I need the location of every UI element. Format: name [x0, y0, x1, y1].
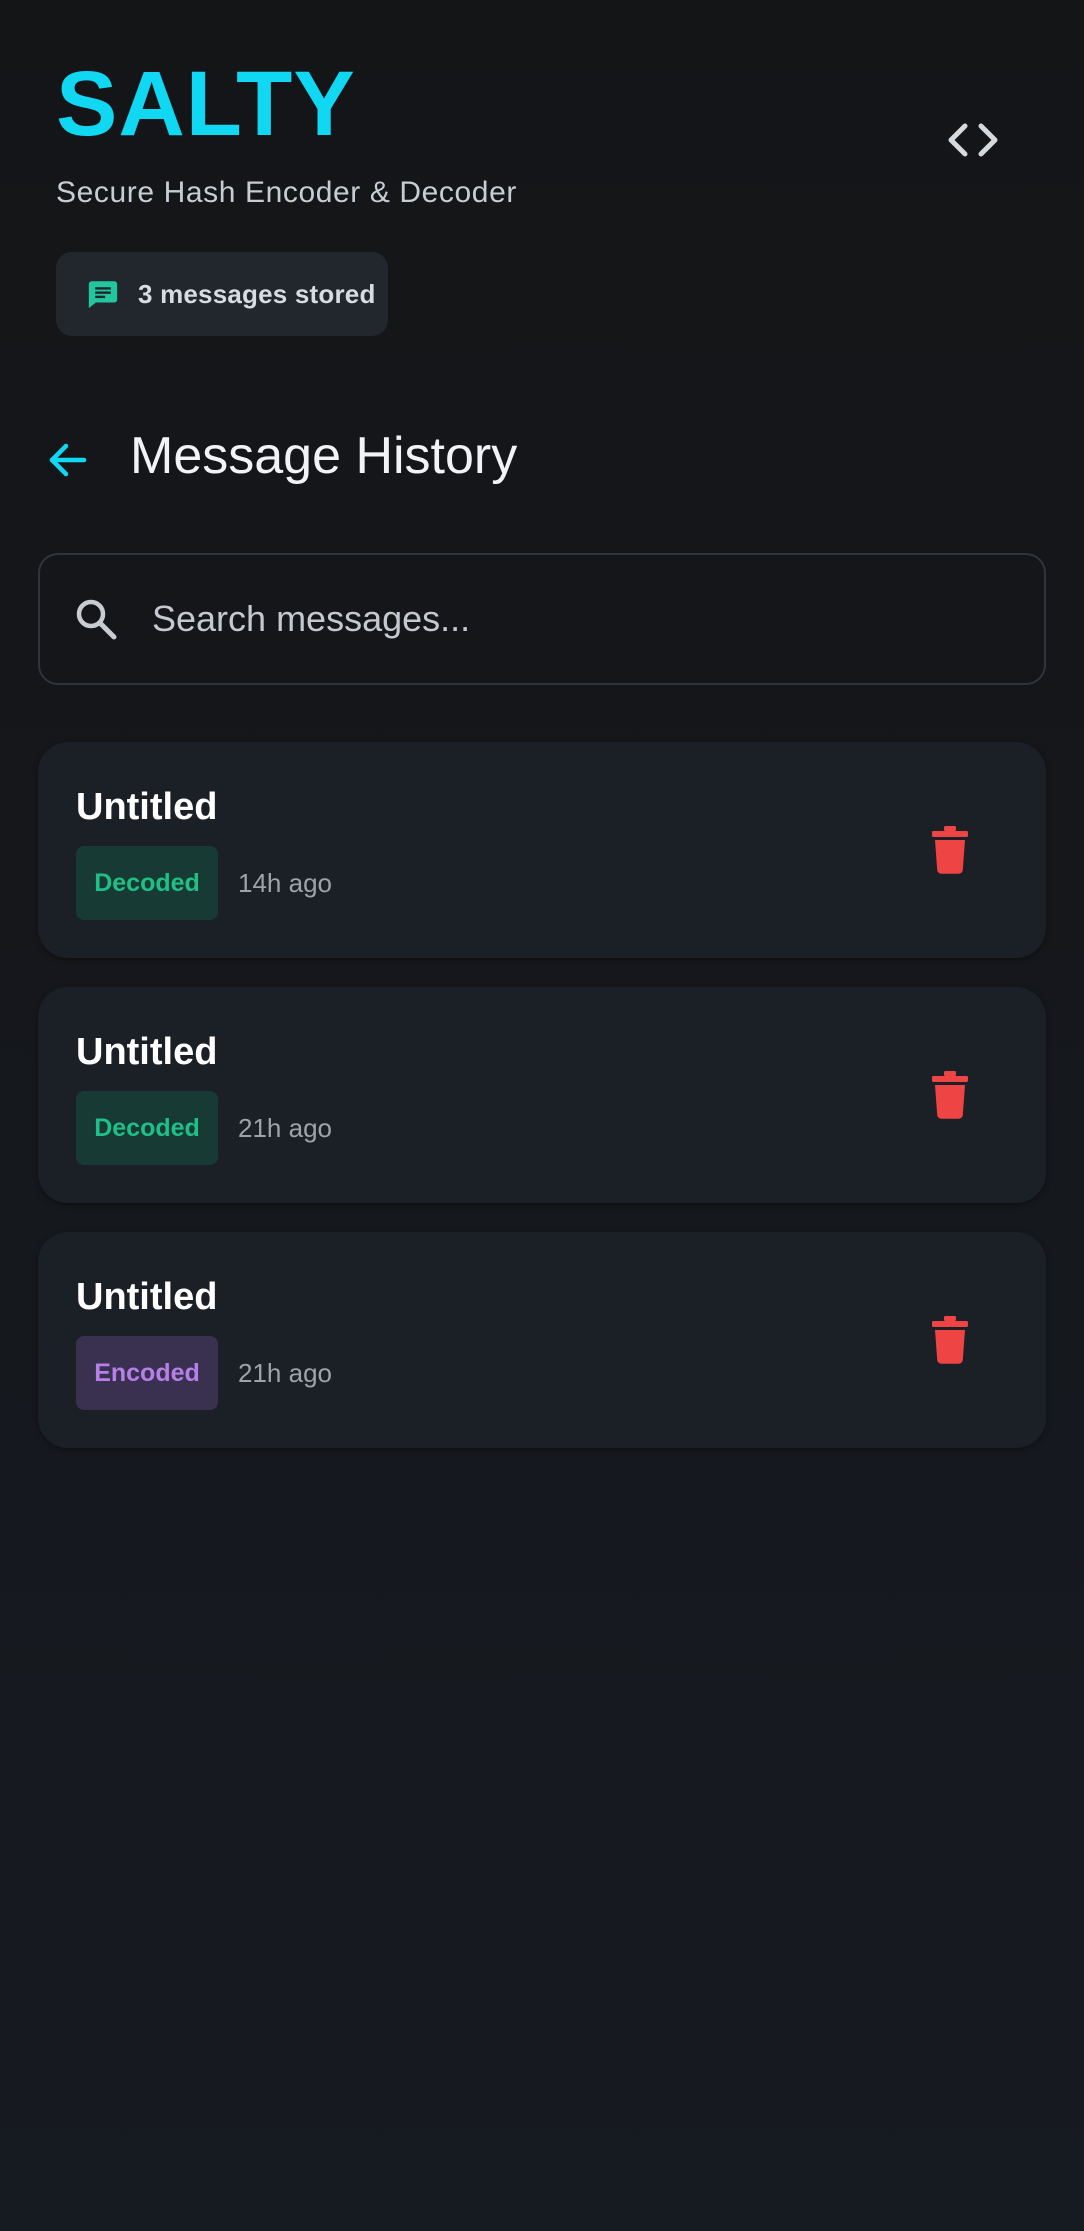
app-subtitle: Secure Hash Encoder & Decoder: [56, 176, 517, 209]
message-card[interactable]: Untitled Decoded 21h ago: [38, 987, 1046, 1203]
trash-icon: [932, 1316, 968, 1364]
status-badge: Decoded: [76, 1091, 218, 1165]
message-title: Untitled: [76, 786, 218, 828]
trash-icon: [932, 826, 968, 874]
back-button[interactable]: [40, 432, 96, 488]
messages-count-label: 3 messages stored: [138, 278, 376, 309]
delete-button[interactable]: [918, 818, 982, 882]
delete-button[interactable]: [918, 1063, 982, 1127]
search-bar[interactable]: [38, 553, 1046, 685]
status-badge: Decoded: [76, 846, 218, 920]
message-timestamp: 21h ago: [238, 1358, 332, 1388]
section-title: Message History: [130, 427, 518, 485]
chat-message-icon: [86, 277, 120, 311]
arrow-back-icon: [49, 443, 87, 477]
status-badge: Encoded: [76, 1336, 218, 1410]
trash-icon: [932, 1071, 968, 1119]
search-icon: [72, 595, 120, 643]
message-title: Untitled: [76, 1031, 218, 1073]
message-title: Untitled: [76, 1276, 218, 1318]
app-root: SALTY Secure Hash Encoder & Decoder 3 me…: [0, 0, 1084, 2231]
code-brackets-icon: [948, 123, 998, 157]
message-card[interactable]: Untitled Encoded 21h ago: [38, 1232, 1046, 1448]
code-toggle-button[interactable]: [936, 110, 1010, 170]
app-title: SALTY: [56, 53, 356, 155]
search-input[interactable]: [150, 597, 1044, 641]
messages-count-chip: 3 messages stored: [56, 252, 388, 336]
delete-button[interactable]: [918, 1308, 982, 1372]
message-timestamp: 21h ago: [238, 1113, 332, 1143]
message-timestamp: 14h ago: [238, 868, 332, 898]
message-card[interactable]: Untitled Decoded 14h ago: [38, 742, 1046, 958]
